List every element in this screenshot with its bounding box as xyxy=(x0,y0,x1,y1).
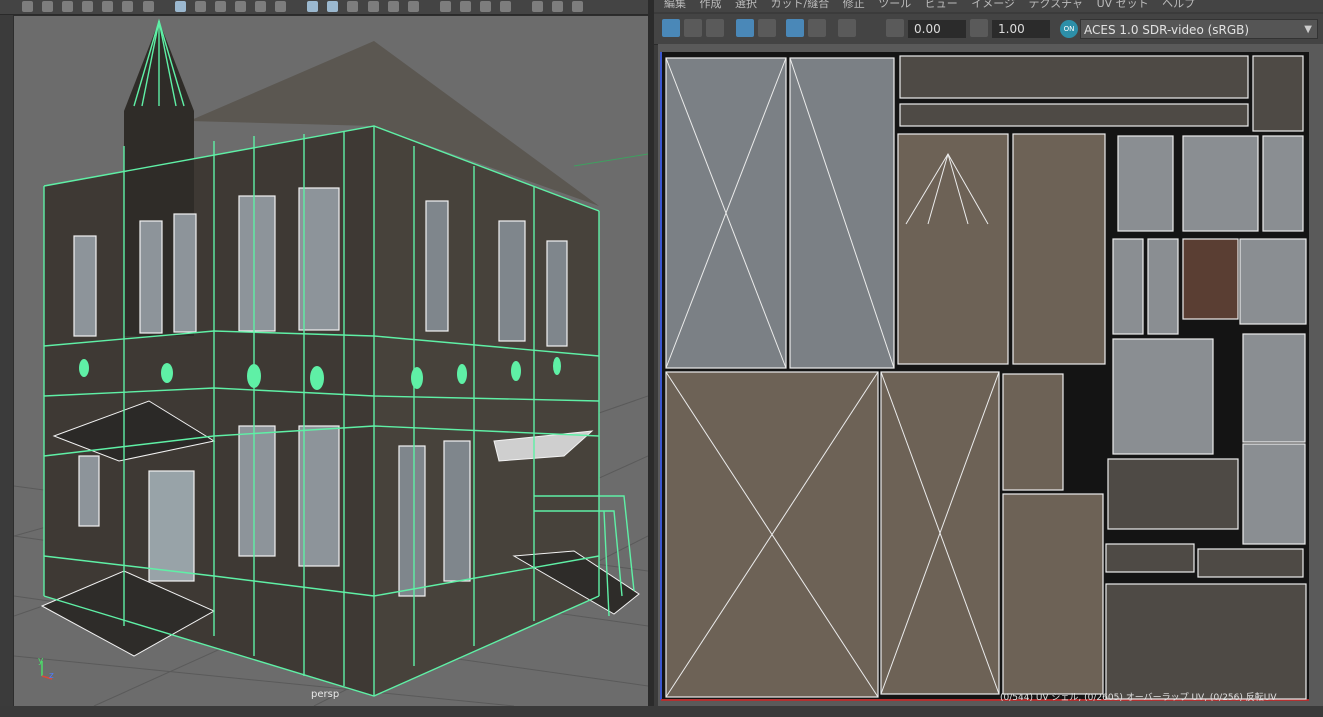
menu-view[interactable]: ビュー xyxy=(925,0,958,10)
color-space-dropdown[interactable]: ACES 1.0 SDR-video (sRGB) ▼ xyxy=(1080,19,1318,39)
menu-select[interactable]: 選択 xyxy=(735,0,757,10)
menu-edit[interactable]: 編集 xyxy=(664,0,686,10)
rotate-tool-icon[interactable] xyxy=(102,1,114,12)
scale-tool-icon[interactable] xyxy=(122,1,134,12)
isolate-select-icon[interactable] xyxy=(500,1,512,12)
menu-textures[interactable]: テクスチャ xyxy=(1029,0,1084,10)
uv-roof-shells xyxy=(665,57,895,369)
uv-shell-icon[interactable] xyxy=(662,19,680,37)
uv-checker-icon[interactable] xyxy=(684,19,702,37)
move-tool-icon[interactable] xyxy=(82,1,94,12)
uv-grid-icon[interactable] xyxy=(786,19,804,37)
perspective-viewport[interactable]: y z persp xyxy=(13,15,649,707)
depth-of-field-icon[interactable] xyxy=(479,1,491,12)
shadows-icon[interactable] xyxy=(407,1,419,12)
lights-icon[interactable] xyxy=(387,1,399,12)
paint-select-icon[interactable] xyxy=(62,1,74,12)
uv-door-shell xyxy=(1182,238,1239,320)
pixel-snap-icon[interactable] xyxy=(808,19,826,37)
uv-layout xyxy=(660,52,1309,701)
uv-editor-toolbar: 0.00 1.00 ON ACES 1.0 SDR-video (sRGB) ▼ xyxy=(654,14,1323,45)
xray-joints-icon[interactable] xyxy=(552,1,564,12)
grid-axis-line xyxy=(573,153,648,167)
grid-toggle-icon[interactable] xyxy=(174,1,186,12)
uv-editor-canvas[interactable] xyxy=(658,44,1323,706)
ambient-occlusion-icon[interactable] xyxy=(439,1,451,12)
axis-z-label: z xyxy=(49,671,54,681)
resolution-gate-icon[interactable] xyxy=(214,1,226,12)
bottom-bar xyxy=(0,706,1323,717)
exposure-icon[interactable] xyxy=(886,19,904,37)
wireframe-icon[interactable] xyxy=(307,1,319,12)
snapshot-icon[interactable] xyxy=(838,19,856,37)
safe-action-icon[interactable] xyxy=(275,1,287,12)
gate-mask-icon[interactable] xyxy=(234,1,246,12)
lasso-tool-icon[interactable] xyxy=(42,1,54,12)
gamma-field[interactable]: 1.00 xyxy=(992,20,1050,38)
uv-distortion-icon[interactable] xyxy=(706,19,724,37)
entrance-door xyxy=(148,470,195,582)
panel-divider[interactable] xyxy=(648,0,654,717)
menu-cut-sew[interactable]: カット/縫合 xyxy=(771,0,830,10)
exposure-field[interactable]: 0.00 xyxy=(908,20,966,38)
gamma-icon[interactable] xyxy=(970,19,988,37)
wireframe-on-shaded-icon[interactable] xyxy=(347,1,359,12)
menu-modify[interactable]: 修正 xyxy=(843,0,865,10)
menu-create[interactable]: 作成 xyxy=(700,0,722,10)
axis-y-label: y xyxy=(38,656,44,666)
camera-icon[interactable] xyxy=(142,1,154,12)
image-display-icon[interactable] xyxy=(736,19,754,37)
uv-editor-menubar: 編集 作成 選択 カット/縫合 修正 ツール ビュー イメージ テクスチャ UV… xyxy=(654,0,1323,12)
film-gate-icon[interactable] xyxy=(194,1,206,12)
color-management-toggle[interactable]: ON xyxy=(1060,20,1078,38)
menu-help[interactable]: ヘルプ xyxy=(1162,0,1195,10)
xray-icon[interactable] xyxy=(532,1,544,12)
select-tool-icon[interactable] xyxy=(22,1,33,12)
field-chart-icon[interactable] xyxy=(255,1,267,12)
camera-label: persp xyxy=(311,689,340,700)
xray-components-icon[interactable] xyxy=(572,1,584,12)
viewport-toolbar xyxy=(0,0,648,15)
menu-tools[interactable]: ツール xyxy=(878,0,911,10)
textured-icon[interactable] xyxy=(367,1,379,12)
menu-uv-sets[interactable]: UV セット xyxy=(1097,0,1149,10)
color-space-value: ACES 1.0 SDR-video (sRGB) xyxy=(1084,23,1250,37)
smooth-shade-icon[interactable] xyxy=(327,1,339,12)
dim-image-icon[interactable] xyxy=(758,19,776,37)
uv-status-readout: (0/544) UV シェル, (0/2605) オーバーラップ UV, (0/… xyxy=(1000,693,1277,703)
menu-image[interactable]: イメージ xyxy=(971,0,1015,10)
chevron-down-icon: ▼ xyxy=(1304,24,1312,35)
anti-alias-icon[interactable] xyxy=(459,1,471,12)
viewport-scene xyxy=(14,18,648,706)
